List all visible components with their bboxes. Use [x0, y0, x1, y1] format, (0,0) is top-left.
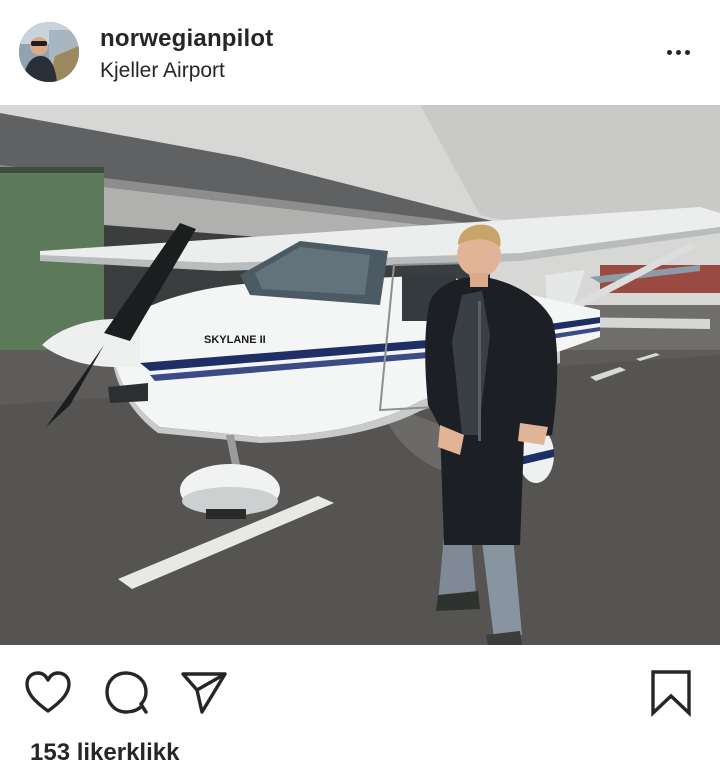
- more-options-icon[interactable]: [660, 38, 696, 66]
- avatar[interactable]: [19, 22, 79, 82]
- action-bar: [0, 645, 720, 735]
- post-header: norwegianpilot Kjeller Airport: [0, 0, 720, 104]
- heart-icon[interactable]: [24, 671, 72, 720]
- username[interactable]: norwegianpilot: [100, 25, 273, 53]
- likes-count[interactable]: 153 likerklikk: [30, 739, 179, 767]
- location-label[interactable]: Kjeller Airport: [100, 59, 225, 83]
- bookmark-icon[interactable]: [650, 669, 692, 722]
- send-icon[interactable]: [180, 670, 228, 721]
- post-photo[interactable]: SKYLANE II: [0, 105, 720, 645]
- aircraft-marking: SKYLANE II: [204, 334, 266, 346]
- comment-icon[interactable]: [104, 670, 150, 721]
